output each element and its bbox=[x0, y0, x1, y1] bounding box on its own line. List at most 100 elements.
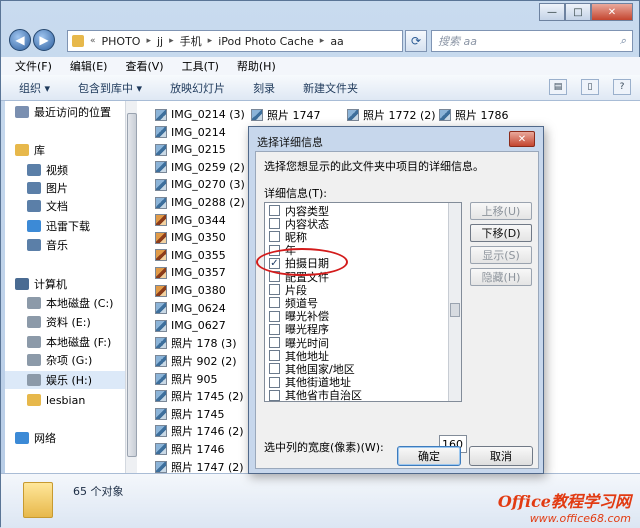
breadcrumb-jj[interactable]: jj bbox=[157, 35, 163, 48]
file-item[interactable]: 照片 902 (2) bbox=[155, 352, 237, 369]
help-icon[interactable]: ? bbox=[613, 79, 631, 95]
breadcrumb-photo[interactable]: PHOTO bbox=[102, 35, 141, 48]
sidebar-item[interactable]: lesbian bbox=[5, 391, 129, 409]
file-item[interactable]: IMG_0624 bbox=[155, 300, 226, 317]
refresh-button[interactable]: ⟳ bbox=[405, 30, 427, 52]
menu-edit[interactable]: 编辑(E) bbox=[70, 58, 108, 74]
checkbox[interactable] bbox=[269, 218, 280, 230]
back-button[interactable]: ◀ bbox=[9, 29, 31, 51]
checkbox[interactable] bbox=[269, 323, 280, 335]
sidebar-item[interactable]: 视频 bbox=[5, 161, 129, 179]
sidebar-item[interactable]: 文档 bbox=[5, 197, 129, 215]
file-item[interactable]: IMG_0214 bbox=[155, 124, 226, 141]
file-item[interactable]: 照片 1747 (2) bbox=[155, 458, 244, 473]
file-item[interactable]: 照片 1746 (2) bbox=[155, 423, 244, 440]
menu-tools[interactable]: 工具(T) bbox=[182, 58, 219, 74]
new-folder-button[interactable]: 新建文件夹 bbox=[303, 80, 358, 96]
sidebar-item[interactable]: 迅雷下载 bbox=[5, 217, 129, 235]
file-item[interactable]: 照片 1747 bbox=[251, 106, 321, 123]
file-item[interactable]: 照片 1745 bbox=[155, 405, 225, 422]
file-item[interactable]: IMG_0259 (2) bbox=[155, 159, 245, 176]
checkbox[interactable] bbox=[269, 205, 280, 216]
dialog-close-button[interactable]: ✕ bbox=[509, 131, 535, 147]
move-down-button[interactable]: 下移(D) bbox=[470, 224, 532, 242]
file-item[interactable]: 照片 1745 (2) bbox=[155, 388, 244, 405]
forward-button[interactable]: ▶ bbox=[33, 29, 55, 51]
navigation-scrollbar[interactable] bbox=[125, 101, 137, 473]
file-item[interactable]: IMG_0270 (3) bbox=[155, 176, 245, 193]
sidebar-item[interactable]: 图片 bbox=[5, 179, 129, 197]
sidebar-item[interactable]: 杂项 (G:) bbox=[5, 351, 129, 369]
cancel-button[interactable]: 取消 bbox=[469, 446, 533, 466]
file-item[interactable]: 照片 178 (3) bbox=[155, 335, 237, 352]
minimize-button[interactable]: — bbox=[539, 3, 565, 21]
checkbox[interactable] bbox=[269, 389, 280, 401]
sidebar-item[interactable]: 网络 bbox=[5, 429, 129, 447]
breadcrumb-phone[interactable]: 手机 bbox=[180, 33, 202, 49]
file-item[interactable]: 照片 1786 bbox=[439, 106, 509, 123]
checkbox[interactable] bbox=[269, 337, 280, 348]
organize-button[interactable]: 组织 ▾ bbox=[19, 80, 50, 96]
sidebar-item[interactable]: 计算机 bbox=[5, 275, 129, 293]
sidebar-item[interactable]: 娱乐 (H:) bbox=[5, 371, 129, 389]
detail-option[interactable]: 其他省市自治区 bbox=[269, 389, 362, 401]
file-item[interactable]: IMG_0344 bbox=[155, 212, 226, 229]
sidebar-item[interactable]: 库 bbox=[5, 141, 129, 159]
file-name: IMG_0350 bbox=[171, 231, 226, 245]
details-listbox[interactable]: 内容类型 内容状态 昵称年 ✓ 拍摄日期 配置文件 片段 频道号 曝光补偿 曝光程序 曝光时间 其他地… bbox=[264, 202, 462, 402]
sidebar-item[interactable]: 资料 (E:) bbox=[5, 313, 129, 331]
file-item[interactable]: 照片 1746 bbox=[155, 440, 225, 457]
preview-pane-icon[interactable]: ▯ bbox=[581, 79, 599, 95]
sidebar-item[interactable]: 最近访问的位置 bbox=[5, 103, 129, 121]
menu-help[interactable]: 帮助(H) bbox=[237, 58, 276, 74]
file-item[interactable]: IMG_0380 bbox=[155, 282, 226, 299]
watermark-title: Office教程学习网 bbox=[497, 492, 631, 511]
burn-button[interactable]: 刻录 bbox=[253, 80, 275, 96]
ok-button[interactable]: 确定 bbox=[397, 446, 461, 466]
checkbox[interactable] bbox=[269, 231, 280, 243]
file-name: 照片 905 bbox=[171, 372, 218, 386]
move-up-button[interactable]: 上移(U) bbox=[470, 202, 532, 220]
image-file-icon bbox=[155, 108, 167, 121]
library-icon bbox=[27, 200, 41, 212]
file-item[interactable]: IMG_0357 bbox=[155, 264, 226, 281]
file-item[interactable]: 照片 1772 (2) bbox=[347, 106, 436, 123]
watermark: Office教程学习网 www.office68.com bbox=[498, 488, 631, 525]
file-item[interactable]: IMG_0215 bbox=[155, 141, 226, 158]
details-list-scrollbar[interactable] bbox=[448, 203, 461, 401]
slideshow-button[interactable]: 放映幻灯片 bbox=[170, 80, 225, 96]
file-item[interactable]: IMG_0288 (2) bbox=[155, 194, 245, 211]
scrollbar-thumb[interactable] bbox=[127, 113, 137, 457]
menu-view[interactable]: 查看(V) bbox=[125, 58, 163, 74]
dialog-description: 选择您想显示的此文件夹中项目的详细信息。 bbox=[264, 160, 484, 173]
checkbox[interactable] bbox=[269, 284, 280, 296]
checkbox[interactable] bbox=[269, 350, 280, 362]
close-button[interactable]: ✕ bbox=[591, 3, 633, 21]
file-item[interactable]: IMG_0350 bbox=[155, 229, 226, 246]
view-options-icon[interactable]: ▤ bbox=[549, 79, 567, 95]
menu-file[interactable]: 文件(F) bbox=[15, 58, 52, 74]
breadcrumb-ipod-photo-cache[interactable]: iPod Photo Cache bbox=[218, 35, 314, 48]
address-bar[interactable]: « PHOTO ▸ jj ▸ 手机 ▸ iPod Photo Cache ▸ a… bbox=[67, 30, 403, 52]
maximize-button[interactable]: □ bbox=[565, 3, 591, 21]
file-item[interactable]: IMG_0627 bbox=[155, 317, 226, 334]
checkbox[interactable] bbox=[269, 363, 280, 375]
checkbox[interactable] bbox=[269, 376, 280, 388]
search-input[interactable]: 搜索 aa ⌕ bbox=[431, 30, 633, 52]
hide-button[interactable]: 隐藏(H) bbox=[470, 268, 532, 286]
library-icon bbox=[27, 182, 41, 194]
show-button[interactable]: 显示(S) bbox=[470, 246, 532, 264]
checkbox[interactable] bbox=[269, 310, 280, 322]
sidebar-item[interactable]: 音乐 bbox=[5, 236, 129, 254]
checkbox[interactable] bbox=[269, 297, 280, 309]
sidebar-item[interactable]: 本地磁盘 (C:) bbox=[5, 294, 129, 312]
file-item[interactable]: 照片 905 bbox=[155, 370, 218, 387]
file-item[interactable]: IMG_0214 (3) bbox=[155, 106, 245, 123]
file-item[interactable]: IMG_0355 bbox=[155, 247, 226, 264]
scrollbar-thumb[interactable] bbox=[450, 303, 460, 317]
include-in-library-button[interactable]: 包含到库中 ▾ bbox=[78, 80, 142, 96]
image-file-icon bbox=[155, 284, 167, 297]
breadcrumb-aa[interactable]: aa bbox=[330, 35, 343, 48]
sidebar-item[interactable]: 本地磁盘 (F:) bbox=[5, 333, 129, 351]
file-name: 照片 1786 bbox=[455, 108, 509, 122]
